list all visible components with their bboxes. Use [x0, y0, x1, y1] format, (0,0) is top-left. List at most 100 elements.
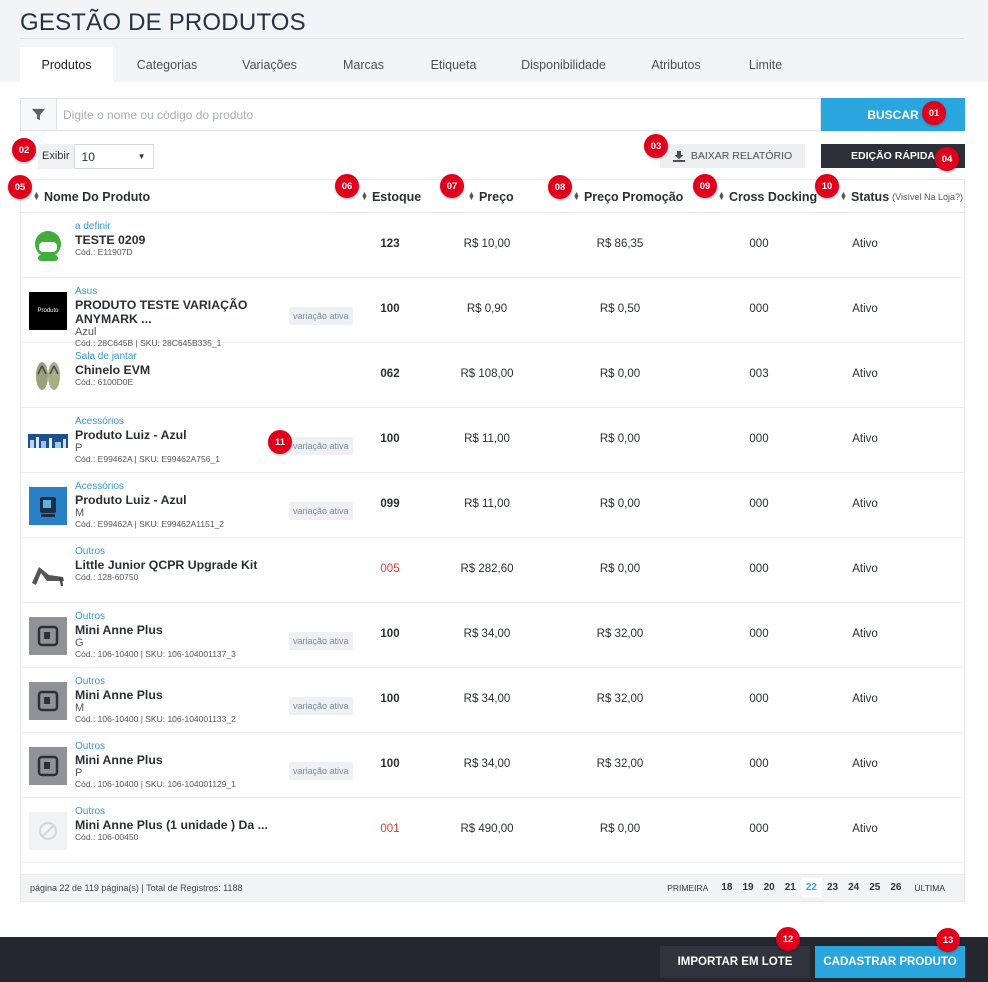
promo-price-value[interactable]: R$ 0,00 — [565, 498, 675, 510]
product-category[interactable]: Outros — [75, 611, 285, 623]
pagination-first[interactable]: PRIMEIRA — [659, 879, 716, 897]
status-value[interactable]: Ativo — [835, 238, 895, 250]
price-value[interactable]: R$ 108,00 — [432, 368, 542, 380]
tab-atributos[interactable]: Atributos — [629, 47, 723, 82]
cross-docking-value[interactable]: 000 — [729, 498, 789, 510]
tab-etiqueta[interactable]: Etiqueta — [409, 47, 498, 82]
stock-value[interactable]: 099 — [360, 498, 420, 510]
product-name[interactable]: Mini Anne Plus — [75, 753, 285, 767]
product-image[interactable]: Produto — [28, 291, 68, 331]
price-value[interactable]: R$ 11,00 — [432, 498, 542, 510]
product-image[interactable] — [28, 421, 68, 461]
pagination-page[interactable]: 26 — [885, 878, 906, 897]
header-cross-docking[interactable]: ▲ ▼ Cross Docking — [718, 180, 817, 213]
status-value[interactable]: Ativo — [835, 823, 895, 835]
cross-docking-value[interactable]: 000 — [729, 758, 789, 770]
pagination-page[interactable]: 18 — [716, 878, 737, 897]
stock-value[interactable]: 100 — [360, 758, 420, 770]
tab-disponibilidade[interactable]: Disponibilidade — [498, 47, 629, 82]
product-name[interactable]: Mini Anne Plus — [75, 623, 285, 637]
product-image[interactable] — [28, 356, 68, 396]
table-row[interactable]: Outros Little Junior QCPR Upgrade Kit Có… — [21, 538, 964, 603]
table-row[interactable]: Acessórios Produto Luiz - Azul M Cód.: E… — [21, 473, 964, 538]
product-image[interactable] — [28, 811, 68, 851]
status-value[interactable]: Ativo — [835, 368, 895, 380]
table-row[interactable]: Sala de jantar Chinelo EVM Cód.: 6100D0E… — [21, 343, 964, 408]
product-name[interactable]: TESTE 0209 — [75, 233, 285, 247]
product-category[interactable]: Sala de jantar — [75, 351, 285, 363]
pagination-page[interactable]: 23 — [822, 878, 843, 897]
cross-docking-value[interactable]: 000 — [729, 238, 789, 250]
cross-docking-value[interactable]: 000 — [729, 823, 789, 835]
status-value[interactable]: Ativo — [835, 433, 895, 445]
cross-docking-value[interactable]: 000 — [729, 628, 789, 640]
product-image[interactable] — [28, 486, 68, 526]
status-value[interactable]: Ativo — [835, 758, 895, 770]
product-category[interactable]: Acessórios — [75, 481, 285, 493]
header-stock[interactable]: ▲ ▼ Estoque — [361, 180, 421, 213]
stock-value[interactable]: 100 — [360, 303, 420, 315]
promo-price-value[interactable]: R$ 0,50 — [565, 303, 675, 315]
status-value[interactable]: Ativo — [835, 498, 895, 510]
price-value[interactable]: R$ 490,00 — [432, 823, 542, 835]
status-value[interactable]: Ativo — [835, 628, 895, 640]
pagination-page[interactable]: 25 — [864, 878, 885, 897]
product-category[interactable]: a definir — [75, 221, 285, 233]
status-value[interactable]: Ativo — [835, 693, 895, 705]
pagination-page[interactable]: 24 — [843, 878, 864, 897]
promo-price-value[interactable]: R$ 0,00 — [565, 563, 675, 575]
product-image[interactable] — [28, 616, 68, 656]
stock-value[interactable]: 100 — [360, 628, 420, 640]
price-value[interactable]: R$ 11,00 — [432, 433, 542, 445]
status-value[interactable]: Ativo — [835, 563, 895, 575]
product-name[interactable]: PRODUTO TESTE VARIAÇÃO ANYMARK ... — [75, 298, 285, 326]
tab-produtos[interactable]: Produtos — [20, 47, 113, 82]
promo-price-value[interactable]: R$ 0,00 — [565, 433, 675, 445]
product-image[interactable] — [28, 681, 68, 721]
stock-value[interactable]: 123 — [360, 238, 420, 250]
tab-marcas[interactable]: Marcas — [318, 47, 409, 82]
tab-limite[interactable]: Limite — [723, 47, 808, 82]
header-promo[interactable]: ▲ ▼ Preço Promoção — [573, 180, 683, 213]
table-row[interactable]: Outros Mini Anne Plus P Cód.: 106-10400 … — [21, 733, 964, 798]
product-image[interactable] — [28, 551, 68, 591]
promo-price-value[interactable]: R$ 0,00 — [565, 823, 675, 835]
cross-docking-value[interactable]: 000 — [729, 433, 789, 445]
pagination-page[interactable]: 19 — [737, 878, 758, 897]
product-category[interactable]: Acessórios — [75, 416, 285, 428]
table-row[interactable]: Outros Mini Anne Plus G Cód.: 106-10400 … — [21, 603, 964, 668]
product-image[interactable] — [28, 226, 68, 266]
price-value[interactable]: R$ 34,00 — [432, 758, 542, 770]
pagination-last[interactable]: ÚLTIMA — [906, 879, 953, 897]
page-size-select[interactable]: 10 ▼ — [73, 144, 154, 169]
price-value[interactable]: R$ 34,00 — [432, 693, 542, 705]
stock-value[interactable]: 100 — [360, 433, 420, 445]
pagination-current-page[interactable]: 22 — [800, 878, 822, 897]
price-value[interactable]: R$ 10,00 — [432, 238, 542, 250]
header-status[interactable]: ▲ ▼ Status (Visível Na Loja?) — [840, 180, 963, 213]
product-category[interactable]: Outros — [75, 741, 285, 753]
header-price[interactable]: ▲ ▼ Preço — [468, 180, 514, 213]
promo-price-value[interactable]: R$ 32,00 — [565, 693, 675, 705]
promo-price-value[interactable]: R$ 0,00 — [565, 368, 675, 380]
promo-price-value[interactable]: R$ 86,35 — [565, 238, 675, 250]
tab-variacoes[interactable]: Variações — [221, 47, 318, 82]
product-category[interactable]: Outros — [75, 806, 285, 818]
product-category[interactable]: Outros — [75, 676, 285, 688]
product-category[interactable]: Asus — [75, 286, 285, 298]
header-name[interactable]: ▲ ▼ Nome Do Produto — [33, 180, 150, 213]
product-name[interactable]: Chinelo EVM — [75, 363, 285, 377]
table-row[interactable]: Acessórios Produto Luiz - Azul P Cód.: E… — [21, 408, 964, 473]
stock-value[interactable]: 062 — [360, 368, 420, 380]
status-value[interactable]: Ativo — [835, 303, 895, 315]
search-input[interactable] — [56, 98, 821, 131]
tab-categorias[interactable]: Categorias — [113, 47, 221, 82]
table-row[interactable]: Outros Mini Anne Plus (1 unidade ) Da ..… — [21, 798, 964, 863]
price-value[interactable]: R$ 0,90 — [432, 303, 542, 315]
product-name[interactable]: Produto Luiz - Azul — [75, 428, 285, 442]
product-name[interactable]: Little Junior QCPR Upgrade Kit — [75, 558, 285, 572]
table-row[interactable]: a definir TESTE 0209 Cód.: E11907D 123 R… — [21, 213, 964, 278]
product-image[interactable] — [28, 746, 68, 786]
pagination-page[interactable]: 20 — [759, 878, 780, 897]
cross-docking-value[interactable]: 003 — [729, 368, 789, 380]
